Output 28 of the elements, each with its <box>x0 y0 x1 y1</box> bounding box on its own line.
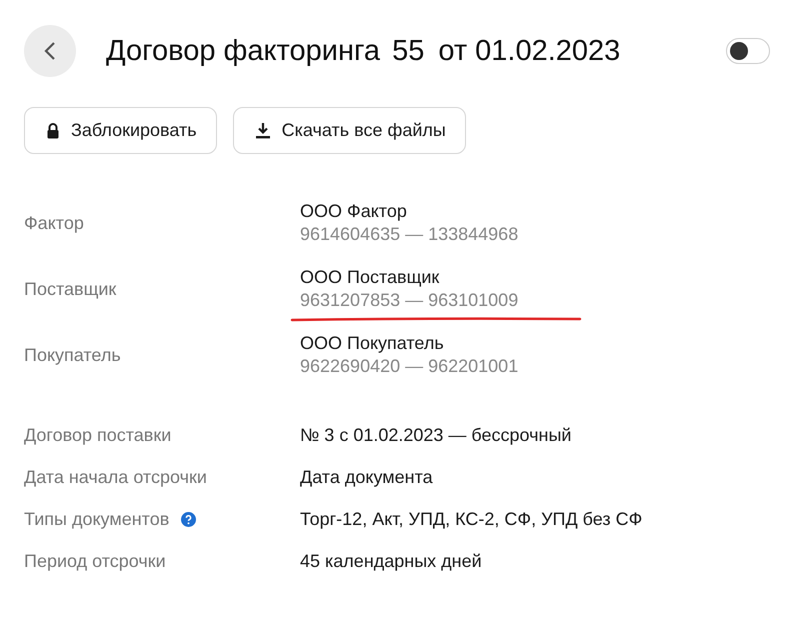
toggle-switch[interactable] <box>726 38 770 64</box>
company-name: ООО Фактор <box>300 201 408 222</box>
field-value: 45 календарных дней <box>300 551 482 572</box>
field-label: Период отсрочки <box>24 551 166 572</box>
back-button[interactable] <box>24 25 76 77</box>
contract-number: 55 <box>392 34 424 68</box>
chevron-left-icon <box>44 41 56 61</box>
contract-date: от 01.02.2023 <box>438 34 620 68</box>
lock-icon <box>47 122 59 138</box>
download-button[interactable]: Скачать все файлы <box>232 107 466 154</box>
contract-title: Договор факторинга <box>106 34 380 68</box>
download-icon <box>256 122 270 138</box>
company-name: ООО Покупатель <box>300 333 445 354</box>
company-ids: 9614604635 — 133844968 <box>300 224 518 245</box>
field-label: Дата начала отсрочки <box>24 467 207 488</box>
field-value: Дата документа <box>300 467 433 488</box>
field-label: Покупатель <box>24 344 122 366</box>
field-label: Договор поставки <box>24 425 172 446</box>
company-ids: 9622690420 — 962201001 <box>300 356 518 377</box>
help-icon[interactable] <box>181 512 196 527</box>
field-value: Торг-12, Акт, УПД, КС-2, СФ, УПД без СФ <box>300 509 642 530</box>
company-name: ООО Поставщик <box>300 267 440 288</box>
field-value: № 3 с 01.02.2023 — бессрочный <box>300 425 572 446</box>
field-label: Фактор <box>24 212 85 234</box>
field-label: Поставщик <box>24 278 118 300</box>
field-label: Типы документов <box>24 509 170 530</box>
company-ids: 9631207853 — 963101009 <box>300 290 518 311</box>
block-button[interactable]: Заблокировать <box>24 107 217 154</box>
